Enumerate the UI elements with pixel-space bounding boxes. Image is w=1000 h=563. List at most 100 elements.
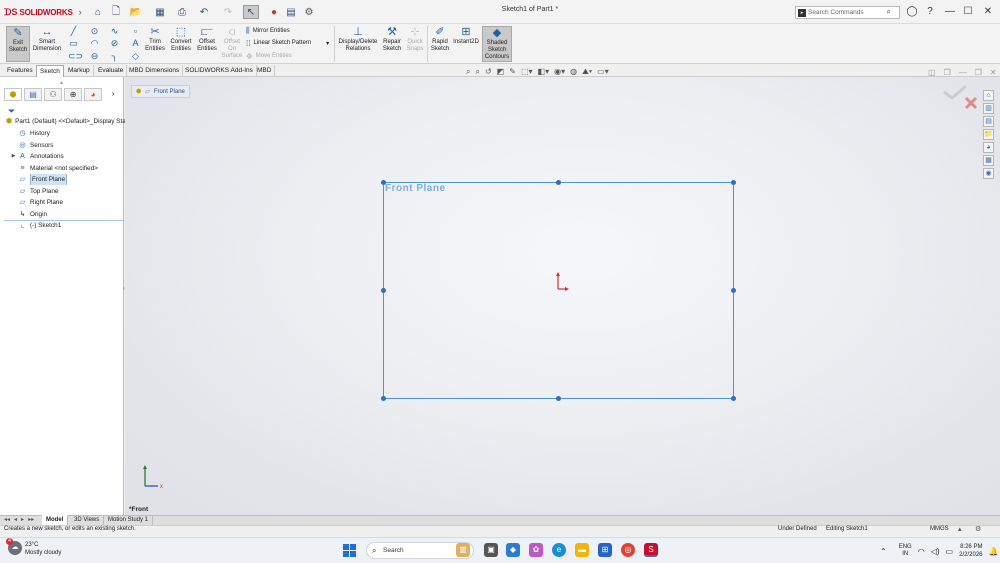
display-delete-relations-button[interactable]: ⊥ Display/Delete Relations bbox=[337, 26, 379, 62]
chevron-right-icon[interactable]: › bbox=[104, 88, 122, 101]
plane-handle[interactable] bbox=[381, 180, 386, 185]
breadcrumb[interactable]: ⬢ ▱ Front Plane bbox=[131, 85, 190, 98]
display-manager-tab-icon[interactable]: ◕ bbox=[84, 88, 103, 101]
fillet-icon[interactable]: ╮ bbox=[109, 51, 120, 62]
edge-browser-icon[interactable]: e bbox=[552, 543, 566, 557]
first-tab-icon[interactable]: ◂◂ bbox=[4, 516, 10, 523]
resources-icon[interactable]: ▥ bbox=[983, 103, 994, 114]
rectangle-icon[interactable]: ▭ bbox=[68, 38, 79, 49]
undo-icon[interactable]: ↶ bbox=[196, 5, 212, 19]
tree-item-material[interactable]: ≡ Material <not specified> bbox=[9, 163, 128, 174]
plane-icon[interactable]: ◇ bbox=[130, 51, 141, 62]
new-document-icon[interactable]: 🗋 bbox=[108, 5, 124, 19]
point-icon[interactable]: ▫ bbox=[130, 26, 141, 37]
select-arrow-icon[interactable]: ↖ bbox=[243, 5, 259, 19]
exit-sketch-button[interactable]: ✎ Exit Sketch bbox=[6, 26, 30, 62]
status-settings-icon[interactable]: ⚙ bbox=[975, 525, 981, 533]
options-gear-icon[interactable]: ⚙ bbox=[301, 5, 317, 19]
plane-handle[interactable] bbox=[731, 180, 736, 185]
offset-entities-button[interactable]: ⫍ Offset Entities bbox=[195, 26, 219, 62]
chrome-browser-icon[interactable]: ◎ bbox=[621, 543, 635, 557]
store-icon[interactable]: ⊞ bbox=[598, 543, 612, 557]
design-library-icon[interactable]: ▤ bbox=[983, 116, 994, 127]
home-icon[interactable]: ⌂ bbox=[90, 5, 106, 19]
tree-item-top-plane[interactable]: ▱ Top Plane bbox=[9, 186, 128, 197]
unit-system[interactable]: MMGS bbox=[930, 526, 949, 532]
tree-root-part[interactable]: ⬢ Part1 (Default) <<Default>_Display Sta bbox=[6, 116, 125, 127]
plane-handle[interactable] bbox=[381, 288, 386, 293]
tab-markup[interactable]: Markup bbox=[65, 65, 94, 77]
tab-sketch[interactable]: Sketch bbox=[36, 65, 64, 77]
tab-features[interactable]: Features bbox=[4, 65, 37, 77]
widget-books-icon[interactable]: ▥ bbox=[456, 543, 470, 557]
tab-evaluate[interactable]: Evaluate bbox=[95, 65, 128, 77]
restore-icon[interactable]: ❐ bbox=[944, 68, 951, 77]
linear-sketch-pattern-button[interactable]: ⁞⁞ Linear Sketch Pattern ▾ bbox=[246, 38, 329, 48]
plane-handle[interactable] bbox=[381, 396, 386, 401]
chevron-up-icon[interactable]: ⌃ bbox=[880, 547, 887, 556]
tree-item-annotations[interactable]: ▶ A Annotations bbox=[9, 151, 128, 162]
tab-mbd-dimensions[interactable]: MBD Dimensions bbox=[126, 65, 184, 77]
battery-icon[interactable]: ▭ bbox=[946, 547, 954, 556]
solidworks-logo[interactable]: ᗪS SOLIDWORKS › bbox=[4, 5, 82, 19]
plane-handle[interactable] bbox=[731, 288, 736, 293]
redo-icon[interactable]: ↷ bbox=[220, 5, 236, 19]
close-button[interactable]: ✕ bbox=[980, 4, 996, 20]
line-icon[interactable]: ╱ bbox=[68, 26, 79, 37]
configurationmanager-tab-icon[interactable]: ⚇ bbox=[44, 88, 63, 101]
tab-solidworks-addins[interactable]: SOLIDWORKS Add-Ins bbox=[182, 65, 257, 77]
propertymanager-tab-icon[interactable]: ▤ bbox=[24, 88, 43, 101]
unit-dropdown-icon[interactable]: ▴ bbox=[958, 525, 962, 533]
minimize-button[interactable]: — bbox=[942, 4, 958, 20]
tab-scroll-arrows[interactable]: ◂◂ ◂ ▸ ▸▸ bbox=[4, 516, 34, 523]
circle-icon[interactable]: ⊙ bbox=[89, 26, 100, 37]
clock[interactable]: 8:26 PM 2/2/2026 bbox=[959, 543, 982, 559]
text-icon[interactable]: A bbox=[130, 38, 141, 49]
instant2d-button[interactable]: ⊞ Instant2D bbox=[452, 26, 480, 62]
plane-handle[interactable] bbox=[731, 396, 736, 401]
last-tab-icon[interactable]: ▸▸ bbox=[28, 516, 34, 523]
spline-icon[interactable]: ∿ bbox=[109, 26, 120, 37]
repair-sketch-button[interactable]: ⚒ Repair Sketch bbox=[381, 26, 403, 62]
app-icon[interactable]: ✿ bbox=[529, 543, 543, 557]
slot-icon[interactable]: ⊂⊃ bbox=[68, 51, 83, 62]
task-view-icon[interactable]: ▣ bbox=[484, 543, 498, 557]
wifi-icon[interactable]: ◠ bbox=[918, 547, 925, 556]
file-properties-icon[interactable]: ▤ bbox=[283, 5, 299, 19]
dimxpert-tab-icon[interactable]: ⊕ bbox=[64, 88, 83, 101]
next-tab-icon[interactable]: ▸ bbox=[21, 516, 24, 523]
home-icon[interactable]: ⌂ bbox=[983, 90, 994, 101]
mirror-entities-button[interactable]: ⫼ Mirror Entities bbox=[246, 26, 290, 36]
windows-start-icon[interactable] bbox=[343, 544, 356, 557]
viewport-minimize-icon[interactable]: — bbox=[959, 68, 967, 77]
print-icon[interactable]: ⎙ bbox=[174, 5, 190, 19]
tab-motion-study-1[interactable]: Motion Study 1 bbox=[104, 515, 154, 525]
tile-icon[interactable]: ◫ bbox=[928, 68, 936, 77]
volume-icon[interactable]: ◁) bbox=[931, 547, 940, 556]
file-explorer-icon[interactable]: 📁 bbox=[983, 129, 994, 140]
appearances-icon[interactable]: ◕ bbox=[983, 142, 994, 153]
tree-item-origin[interactable]: ↳ Origin bbox=[9, 209, 128, 220]
offset-on-surface-button[interactable]: ⫏ Offset On Surface bbox=[221, 26, 243, 62]
polygon-icon[interactable]: ⊘ bbox=[109, 38, 120, 49]
trim-entities-button[interactable]: ✂ Trim Entities bbox=[144, 26, 166, 62]
smart-dimension-button[interactable]: ↔ Smart Dimension bbox=[31, 26, 63, 62]
weather-widget[interactable]: ☁ 4 23°C Mostly cloudy bbox=[6, 538, 61, 557]
confirmation-corner[interactable] bbox=[940, 82, 980, 114]
featuremanager-tab-icon[interactable]: ⬢ bbox=[4, 88, 23, 101]
plane-handle[interactable] bbox=[556, 396, 561, 401]
open-folder-icon[interactable]: 📂 bbox=[128, 5, 144, 19]
viewport-restore-icon[interactable]: ❐ bbox=[975, 68, 982, 77]
print-setup-icon[interactable]: ▦ bbox=[152, 5, 168, 19]
maximize-button[interactable]: ☐ bbox=[960, 4, 976, 20]
tab-mbd[interactable]: MBD bbox=[254, 65, 276, 77]
expand-arrow-icon[interactable]: ▶ bbox=[9, 151, 18, 162]
viewport-close-icon[interactable]: ✕ bbox=[990, 68, 997, 77]
plane-handle[interactable] bbox=[556, 180, 561, 185]
rapid-sketch-button[interactable]: ✐ Rapid Sketch bbox=[429, 26, 451, 62]
forum-icon[interactable]: ◉ bbox=[983, 168, 994, 179]
tree-item-history[interactable]: ◷ History bbox=[9, 128, 128, 139]
search-commands-input[interactable]: ▸ Search Commands ⌕ bbox=[795, 6, 900, 19]
user-account-icon[interactable]: ◯ bbox=[904, 4, 920, 20]
custom-properties-icon[interactable]: ▦ bbox=[983, 155, 994, 166]
